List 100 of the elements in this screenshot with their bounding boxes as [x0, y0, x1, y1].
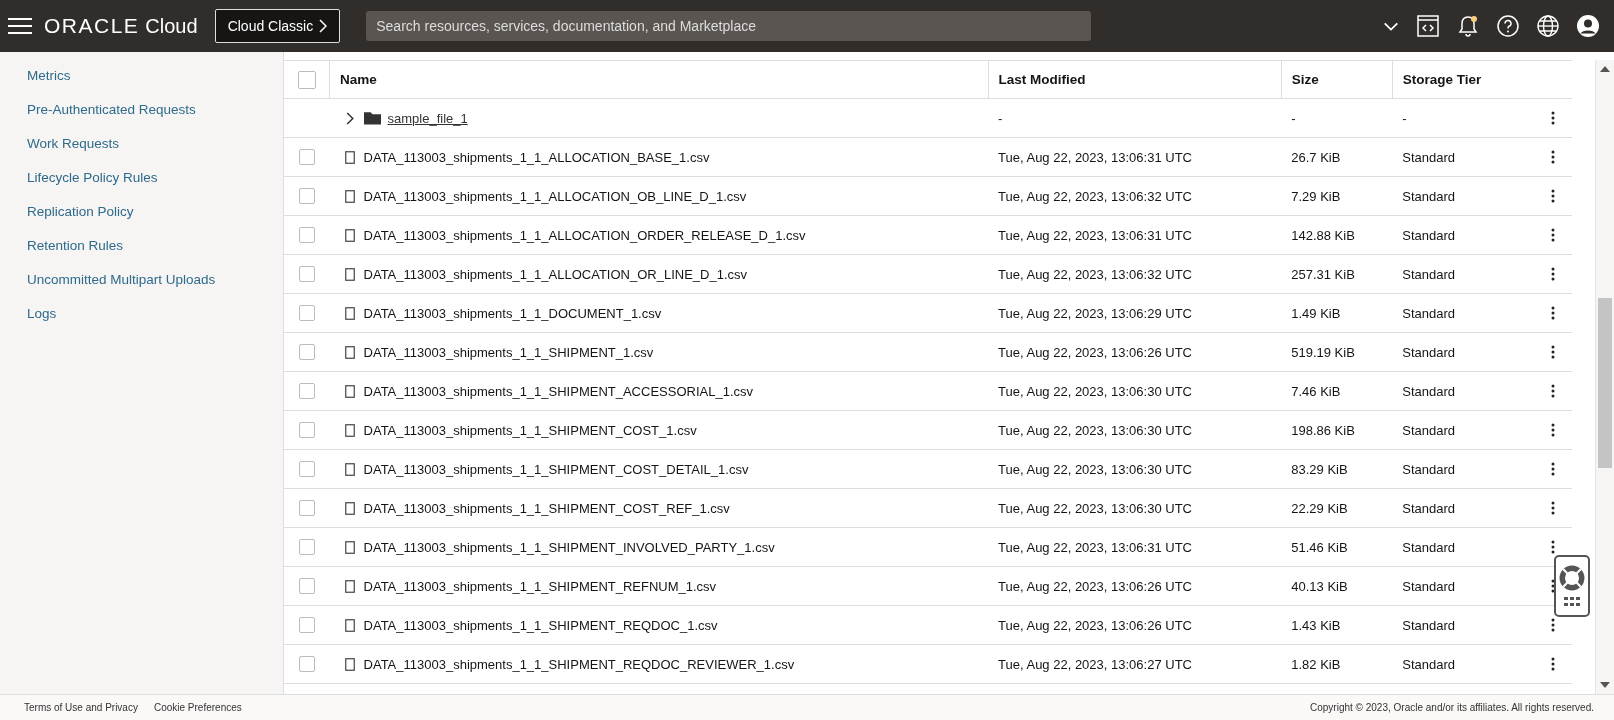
table-cell: - [1392, 98, 1551, 138]
brand-logo[interactable]: ORACLE [44, 14, 140, 38]
more-actions-icon[interactable] [1550, 345, 1555, 359]
footer-link[interactable]: Cookie Preferences [153, 702, 242, 713]
more-actions-icon[interactable] [1550, 384, 1555, 398]
more-actions-icon[interactable] [1550, 267, 1555, 281]
user-avatar-icon[interactable] [1576, 14, 1600, 38]
table-cell: Standard [1392, 137, 1551, 177]
table-cell: Tue, Aug 22, 2023, 13:06:32 UTC [988, 176, 1282, 216]
row-checkbox[interactable] [298, 656, 315, 673]
row-checkbox[interactable] [298, 344, 315, 361]
file-icon [344, 501, 355, 515]
more-actions-icon[interactable] [1550, 657, 1555, 671]
more-actions-icon[interactable] [1550, 579, 1555, 593]
table-cell: Standard [1392, 215, 1551, 255]
file-name: DATA_113003_shipments_1_1_SHIPMENT_REFNUM_1.csv [363, 578, 717, 594]
file-icon [344, 345, 355, 359]
globe-icon[interactable] [1536, 14, 1560, 38]
more-actions-icon[interactable] [1550, 618, 1555, 632]
row-checkbox[interactable] [298, 149, 315, 166]
help-icon[interactable] [1496, 14, 1520, 38]
row-checkbox[interactable] [298, 266, 315, 283]
column-header: Name [329, 60, 989, 99]
file-name: DATA_113003_shipments_1_1_SHIPMENT_INVOLVED_PARTY_1.csv [363, 539, 775, 555]
bell-icon[interactable] [1456, 14, 1480, 38]
table-cell: - [1281, 98, 1393, 138]
sidebar-link[interactable]: Metrics [27, 59, 283, 93]
file-name: DATA_113003_shipments_1_1_ALLOCATION_BASE_1.csv [363, 149, 710, 165]
file-icon [344, 540, 355, 554]
more-actions-icon[interactable] [1550, 306, 1555, 320]
table-cell: 7.29 KiB [1281, 176, 1393, 216]
footer-link[interactable]: Terms of Use and Privacy [24, 702, 138, 713]
table-cell: 51.46 KiB [1281, 527, 1393, 567]
sidebar-link[interactable]: Lifecycle Policy Rules [27, 161, 283, 195]
brand-suffix[interactable]: Cloud [145, 15, 198, 38]
more-actions-icon[interactable] [1550, 189, 1555, 203]
scroll-thumb[interactable] [1598, 298, 1612, 468]
row-checkbox[interactable] [298, 617, 315, 634]
sidebar-link[interactable]: Replication Policy [27, 195, 283, 229]
help-widget[interactable] [1554, 555, 1590, 617]
row-checkbox[interactable] [298, 500, 315, 517]
table-cell: 22.29 KiB [1281, 488, 1393, 528]
table-cell: Standard [1392, 449, 1551, 489]
file-name: DATA_113003_shipments_1_1_ALLOCATION_OB_LINE_D_1.csv [363, 188, 747, 204]
table-cell: Standard [1392, 293, 1551, 333]
select-all-checkbox[interactable] [297, 70, 316, 89]
scrollbar[interactable] [1595, 60, 1614, 694]
expand-chevron-icon[interactable] [345, 111, 354, 125]
table-cell: 1.82 KiB [1281, 644, 1393, 684]
more-actions-icon[interactable] [1550, 150, 1555, 164]
apps-grid-icon [1564, 597, 1580, 607]
table-cell: 198.86 KiB [1281, 410, 1393, 450]
code-editor-icon[interactable] [1416, 14, 1440, 38]
row-checkbox[interactable] [298, 227, 315, 244]
scroll-up-icon[interactable] [1600, 66, 1610, 72]
row-checkbox[interactable] [298, 422, 315, 439]
file-icon [344, 306, 355, 320]
sidebar-link[interactable]: Retention Rules [27, 229, 283, 263]
row-checkbox[interactable] [298, 305, 315, 322]
sidebar-link[interactable]: Uncommitted Multipart Uploads [27, 263, 283, 297]
table-cell: Tue, Aug 22, 2023, 13:06:27 UTC [988, 644, 1282, 684]
menu-icon[interactable] [8, 17, 32, 35]
file-name: DATA_113003_shipments_1_1_SHIPMENT_REQDOC_REVIEWER_1.csv [363, 656, 795, 672]
sidebar-link[interactable]: Work Requests [27, 127, 283, 161]
table-cell: Standard [1392, 176, 1551, 216]
row-checkbox[interactable] [298, 383, 315, 400]
lifebuoy-icon [1559, 565, 1585, 591]
file-icon [344, 618, 355, 632]
more-actions-icon[interactable] [1550, 501, 1555, 515]
row-checkbox[interactable] [298, 578, 315, 595]
more-actions-icon[interactable] [1550, 462, 1555, 476]
table-cell: Standard [1392, 488, 1551, 528]
column-header: Size [1281, 60, 1393, 99]
folder-link[interactable]: sample_file_1 [387, 110, 468, 126]
row-checkbox[interactable] [298, 188, 315, 205]
table-cell: 40.13 KiB [1281, 566, 1393, 606]
cloud-classic-button[interactable]: Cloud Classic [214, 9, 341, 43]
more-actions-icon[interactable] [1550, 423, 1555, 437]
table-cell: 83.29 KiB [1281, 449, 1393, 489]
table-cell: 26.7 KiB [1281, 137, 1393, 177]
row-checkbox[interactable] [298, 461, 315, 478]
chevron-right-icon [319, 19, 328, 33]
row-checkbox[interactable] [298, 539, 315, 556]
sidebar-link[interactable]: Logs [27, 297, 283, 331]
more-actions-icon[interactable] [1550, 540, 1555, 554]
scroll-down-icon[interactable] [1600, 682, 1610, 688]
search-field[interactable]: Search resources, services, documentation, and Marketplace [366, 11, 1092, 41]
file-name: DATA_113003_shipments_1_1_SHIPMENT_COST_DETAIL_1.csv [363, 461, 749, 477]
file-icon [344, 228, 355, 242]
file-name: DATA_113003_shipments_1_1_ALLOCATION_OR_LINE_D_1.csv [363, 266, 747, 282]
column-header: Last Modified [988, 60, 1282, 99]
table-cell: Standard [1392, 410, 1551, 450]
table-cell: 1.49 KiB [1281, 293, 1393, 333]
file-name: DATA_113003_shipments_1_1_ALLOCATION_ORDER_RELEASE_D_1.csv [363, 227, 806, 243]
more-actions-icon[interactable] [1550, 228, 1555, 242]
table-cell: 519.19 KiB [1281, 332, 1393, 372]
more-actions-icon[interactable] [1550, 111, 1555, 125]
sidebar-link[interactable]: Pre-Authenticated Requests [27, 93, 283, 127]
table-cell: 1.43 KiB [1281, 605, 1393, 645]
file-icon [344, 462, 355, 476]
